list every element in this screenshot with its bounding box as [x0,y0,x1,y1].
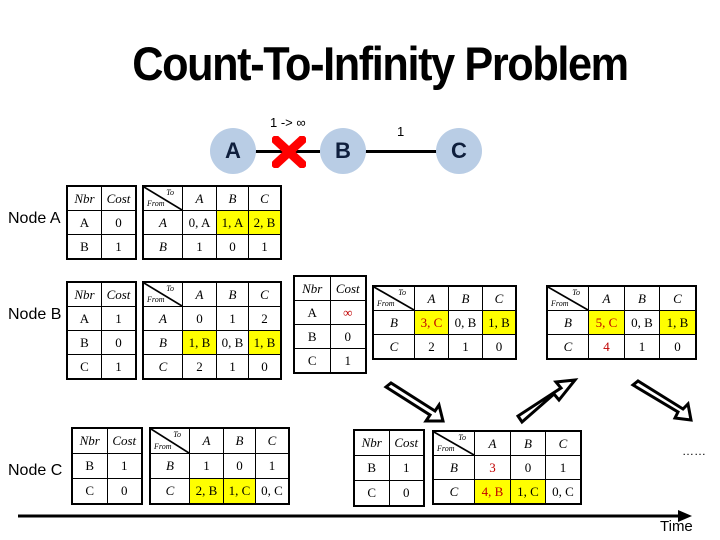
time-axis-arrow [18,510,692,522]
arrow-b-to-c-icon [383,381,445,423]
time-axis-label: Time [660,518,693,535]
arrow-c-to-b-icon [515,378,579,425]
arrow-b-to-next-icon [630,379,693,422]
continuation-ellipsis: …… [682,444,706,458]
transition-arrows [18,378,693,522]
